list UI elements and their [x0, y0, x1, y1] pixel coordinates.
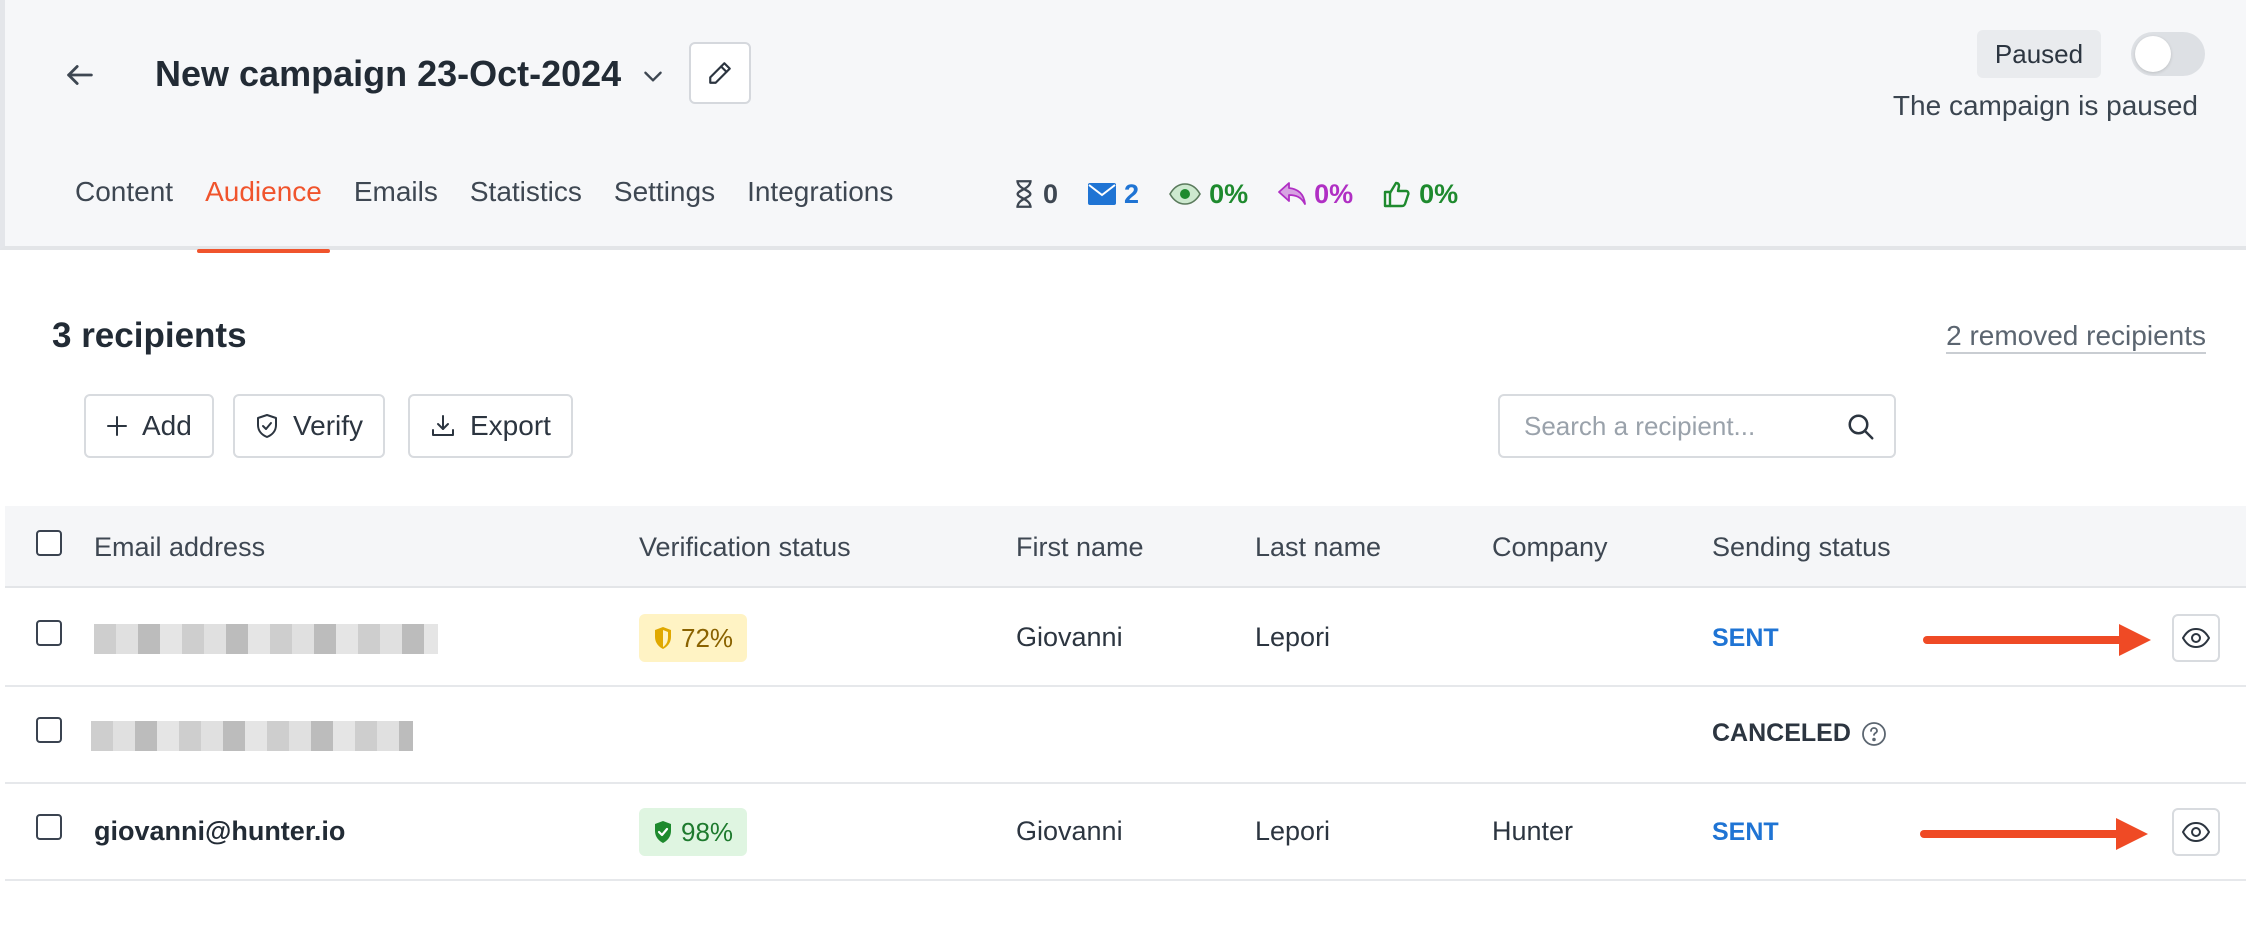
sending-status-label: CANCELED: [1712, 719, 1851, 747]
shield-check-icon: [655, 821, 671, 843]
stat-opened-value: 0%: [1209, 178, 1249, 209]
hourglass-icon: [1016, 180, 1032, 208]
recipient-search: [1498, 394, 1896, 458]
add-button[interactable]: Add: [84, 394, 214, 458]
shield-half-icon: [655, 627, 671, 649]
sending-status-cell: SENT: [1712, 624, 1779, 652]
campaign-status-text: The campaign is paused: [1892, 90, 2198, 121]
preview-email-button[interactable]: [2172, 808, 2220, 856]
campaign-active-toggle[interactable]: [2131, 32, 2205, 76]
redacted-email: [91, 721, 413, 751]
eye-icon: [2182, 628, 2210, 648]
verify-button-label: Verify: [293, 410, 364, 441]
stat-sent-value: 2: [1124, 178, 1140, 209]
first-name-cell: Giovanni: [1016, 816, 1123, 846]
campaign-switcher-dropdown[interactable]: [637, 60, 669, 92]
tab-content[interactable]: Content: [63, 168, 185, 250]
table-row[interactable]: 72% Giovanni Lepori SENT: [5, 590, 2246, 687]
tab-audience[interactable]: Audience: [193, 168, 334, 253]
stat-pending-value: 0: [1043, 178, 1059, 209]
envelope-icon: [1088, 183, 1117, 205]
stat-opened: 0%: [1169, 179, 1248, 210]
verification-score: 98%: [681, 816, 734, 847]
table-row[interactable]: CANCELED: [5, 687, 2246, 784]
table-header: Email address Verification status First …: [5, 506, 2246, 588]
campaign-header: New campaign 23-Oct-2024 Paused The camp…: [0, 0, 2246, 253]
company-cell: Hunter: [1492, 816, 1574, 846]
export-button[interactable]: Export: [408, 394, 573, 458]
last-name-cell: Lepori: [1255, 622, 1331, 652]
arrow-left-icon: [67, 65, 93, 85]
verification-score: 72%: [681, 622, 734, 653]
row-checkbox[interactable]: [36, 814, 62, 840]
search-icon[interactable]: [1846, 412, 1876, 442]
search-input[interactable]: [1500, 396, 1840, 456]
stat-replied-value: 0%: [1314, 178, 1354, 209]
toggle-knob: [2135, 36, 2171, 72]
tab-emails[interactable]: Emails: [342, 168, 450, 250]
column-last-name[interactable]: Last name: [1255, 532, 1381, 563]
sending-status-cell: SENT: [1712, 818, 1779, 846]
stat-interested: 0%: [1383, 179, 1458, 210]
redacted-email: [94, 624, 438, 654]
removed-recipients-link[interactable]: 2 removed recipients: [1946, 320, 2206, 354]
stat-sent: 2: [1088, 179, 1139, 210]
verification-badge: 98%: [639, 808, 748, 856]
campaign-stats: 0 2 0% 0% 0%: [1013, 174, 1488, 214]
column-sending-status[interactable]: Sending status: [1712, 532, 1891, 563]
plus-icon: [107, 416, 127, 436]
help-icon[interactable]: [1861, 721, 1887, 747]
annotation-arrow: [1920, 818, 2148, 850]
recipients-count-title: 3 recipients: [52, 316, 247, 355]
export-button-label: Export: [470, 410, 551, 441]
campaign-tabs: Content Audience Emails Statistics Setti…: [63, 168, 913, 253]
chevron-down-icon: [644, 71, 662, 82]
last-name-cell: Lepori: [1255, 816, 1331, 846]
eye-icon: [2182, 822, 2210, 842]
column-verification-status[interactable]: Verification status: [639, 532, 851, 563]
stat-replied: 0%: [1278, 179, 1353, 210]
column-email[interactable]: Email address: [94, 532, 265, 563]
verification-badge: 72%: [639, 614, 748, 662]
tab-integrations[interactable]: Integrations: [735, 168, 905, 250]
row-checkbox[interactable]: [36, 717, 62, 743]
stat-pending: 0: [1013, 179, 1058, 210]
back-button[interactable]: [60, 55, 100, 95]
email-cell: giovanni@hunter.io: [94, 816, 346, 846]
tab-statistics[interactable]: Statistics: [458, 168, 594, 250]
select-all-checkbox[interactable]: [36, 530, 62, 556]
stat-interested-value: 0%: [1419, 178, 1459, 209]
eye-icon: [1169, 183, 1201, 205]
download-icon: [432, 415, 454, 436]
table-row[interactable]: giovanni@hunter.io 98% Giovanni Lepori H…: [5, 784, 2246, 881]
annotation-arrow: [1923, 624, 2151, 656]
sending-status-cell: CANCELED: [1712, 719, 1887, 748]
column-first-name[interactable]: First name: [1016, 532, 1144, 563]
pencil-icon: [709, 62, 731, 84]
column-company[interactable]: Company: [1492, 532, 1608, 563]
tab-settings[interactable]: Settings: [602, 168, 727, 250]
edit-title-button[interactable]: [689, 42, 751, 104]
thumbs-up-icon: [1383, 181, 1410, 208]
status-badge: Paused: [1977, 30, 2101, 78]
verify-button[interactable]: Verify: [233, 394, 386, 458]
preview-email-button[interactable]: [2172, 614, 2220, 662]
add-button-label: Add: [142, 410, 192, 441]
reply-icon: [1278, 182, 1306, 205]
shield-check-icon: [257, 414, 277, 438]
first-name-cell: Giovanni: [1016, 622, 1123, 652]
row-checkbox[interactable]: [36, 620, 62, 646]
campaign-title: New campaign 23-Oct-2024: [155, 53, 622, 94]
